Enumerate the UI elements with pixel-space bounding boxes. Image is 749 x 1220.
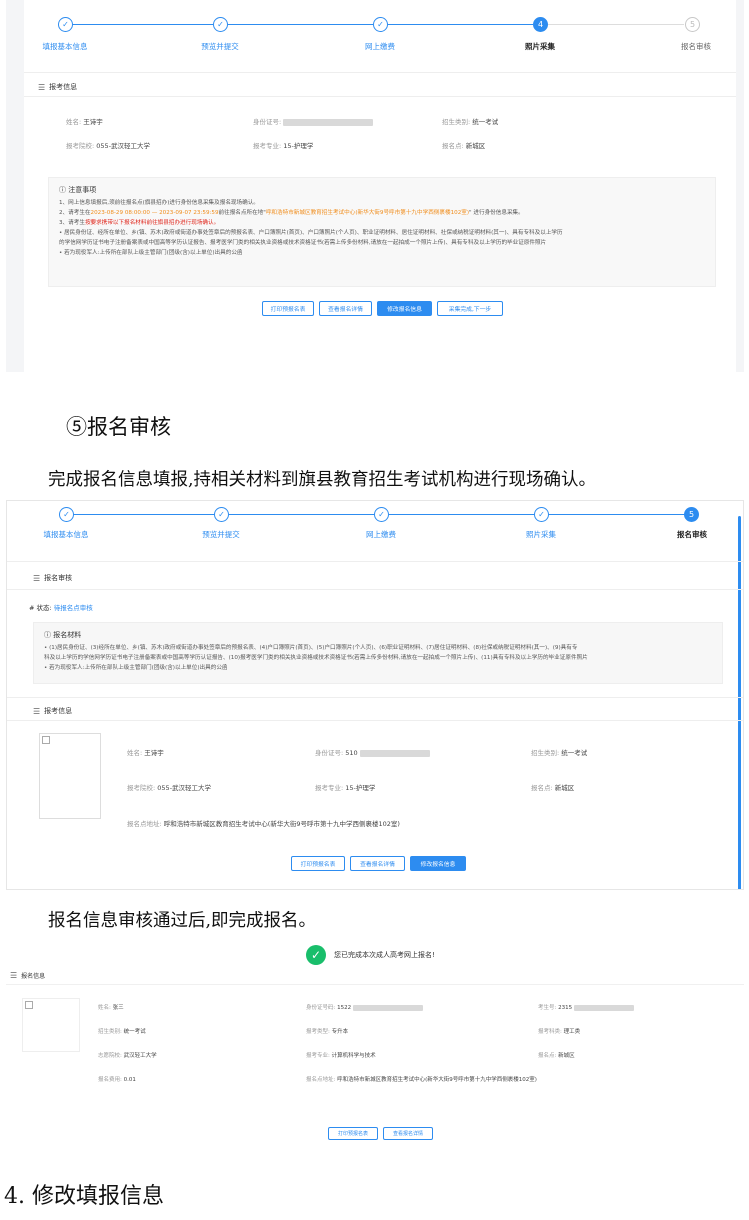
step-3-label: 网上缴费 (365, 42, 395, 51)
step-3-check-icon: ✓ (374, 507, 389, 522)
step-4-label: 照片采集 (525, 42, 555, 51)
section-title-exam-info: ☰ 报考信息 (33, 706, 73, 716)
list-icon: ☰ (33, 573, 41, 583)
step-4-label: 照片采集 (526, 530, 556, 539)
enrollment-panel-audit-step: ✓ ✓ ✓ ✓ 5 填报基本信息 预览并提交 网上缴费 照片采集 报名审核 ☰ … (6, 500, 744, 890)
audit-status: # 状态: 待报名点审核 (29, 604, 93, 612)
step-3-check-icon: ✓ (373, 17, 388, 32)
step-5-current: 5 (684, 507, 699, 522)
field-school: 报考院校: 055-武汉轻工大学 (66, 142, 151, 150)
section-title-exam-info: ☰ 报考信息 (38, 82, 78, 92)
step-1-label: 填报基本信息 (43, 530, 89, 539)
print-preform-button[interactable]: 打印预报名表 (328, 1127, 378, 1140)
progress-stepper: ✓ ✓ ✓ ✓ 5 填报基本信息 预览并提交 网上缴费 照片采集 报名审核 (7, 501, 743, 563)
section-title-audit: ☰ 报名审核 (33, 573, 73, 583)
info-circle-icon: ⓘ (44, 631, 51, 639)
doc-heading-step5: ⑤报名审核 (66, 415, 171, 439)
enrollment-panel-photo-step: ✓ ✓ ✓ 4 5 填报基本信息 预览并提交 网上缴费 照片采集 报名审核 ☰ … (6, 0, 744, 372)
step-3-label: 网上缴费 (366, 530, 396, 539)
step-5-label: 报名审核 (681, 42, 711, 51)
list-icon: ☰ (33, 706, 41, 716)
list-icon: ☰ (10, 971, 18, 980)
step-1-label: 填报基本信息 (42, 42, 88, 51)
view-details-button[interactable]: 查看报名详情 (383, 1127, 433, 1140)
step-1-check-icon: ✓ (58, 17, 73, 32)
field-school: 报考院校: 055-武汉轻工大学 (127, 784, 212, 792)
success-banner: ✓ 您已完成本次成人高考网上报名! (306, 945, 435, 965)
field-major: 报考专业: 15-护理学 (315, 784, 376, 792)
step-5-label: 报名审核 (677, 530, 707, 539)
field-enroll-type: 招生类别: 统一考试 (442, 118, 499, 126)
applicant-photo (22, 998, 80, 1052)
notice-box: ⓘ 注意事项 1、网上信息填报后,须前往报名点(旗县招办)进行身份信息采集及报名… (48, 177, 716, 287)
step-2-label: 预览并提交 (201, 42, 239, 51)
view-details-button[interactable]: 查看报名详情 (319, 301, 372, 316)
field-major: 报考专业: 15-护理学 (253, 142, 314, 150)
doc-heading-edit: 4. 修改填报信息 (4, 1184, 164, 1209)
step-2-check-icon: ✓ (213, 17, 228, 32)
field-site: 报名点: 新城区 (531, 784, 575, 792)
step-4-check-icon: ✓ (534, 507, 549, 522)
broken-image-icon (25, 1001, 33, 1009)
field-name: 姓名: 王诗宇 (127, 749, 164, 757)
view-details-button[interactable]: 查看报名详情 (350, 856, 405, 871)
edit-info-button[interactable]: 修改报名信息 (410, 856, 466, 871)
field-site-address: 报名点地址: 呼和浩特市新城区教育招生考试中心(新华大街9号呼市第十九中学西侧裹… (127, 820, 400, 828)
field-exam-level: 报考类型: 专升本 (306, 1029, 349, 1035)
capture-done-next-button[interactable]: 采集完成,下一步 (437, 301, 503, 316)
field-id-number: 身份证号: (253, 116, 374, 126)
edit-info-button[interactable]: 修改报名信息 (377, 301, 432, 316)
field-name: 姓名: 张三 (98, 1005, 124, 1011)
progress-stepper: ✓ ✓ ✓ 4 5 填报基本信息 预览并提交 网上缴费 照片采集 报名审核 (6, 0, 744, 62)
field-id-number: 身份证号码: 1522 (306, 1003, 424, 1011)
broken-image-icon (42, 736, 50, 744)
step-4-current: 4 (533, 17, 548, 32)
print-preform-button[interactable]: 打印预报名表 (291, 856, 345, 871)
field-site: 报名点: 新城区 (442, 142, 486, 150)
doc-paragraph-complete: 报名信息审核通过后,即完成报名。 (48, 911, 317, 931)
field-enroll-type: 招生类别: 统一考试 (98, 1029, 146, 1035)
doc-paragraph-confirm: 完成报名信息填报,持相关材料到旗县教育招生考试机构进行现场确认。 (48, 470, 597, 490)
field-fee: 报名费用: 0.01 (98, 1077, 136, 1083)
field-site-address: 报名点地址: 呼和浩特市新城区教育招生考试中心(新华大街9号呼市第十九中学西侧裹… (306, 1077, 537, 1083)
applicant-photo (39, 733, 101, 819)
field-school: 志愿院校: 武汉轻工大学 (98, 1053, 157, 1059)
section-title-enroll-info: ☰ 报名信息 (10, 971, 46, 980)
step-2-label: 预览并提交 (202, 530, 240, 539)
step-5-pending: 5 (685, 17, 700, 32)
enrollment-complete-panel: ✓ 您已完成本次成人高考网上报名! ☰ 报名信息 姓名: 张三 身份证号码: 1… (6, 942, 744, 1154)
materials-box: ⓘ 报名材料 • (1)居民身份证、(3)经所在单位、乡(镇、苏木)政府或街道办… (33, 622, 723, 684)
info-circle-icon: ⓘ (59, 186, 66, 194)
print-preform-button[interactable]: 打印预报名表 (262, 301, 314, 316)
field-site: 报名点: 新城区 (538, 1053, 575, 1059)
field-major: 报考专业: 计算机科学与技术 (306, 1053, 376, 1059)
field-enroll-type: 招生类别: 统一考试 (531, 749, 588, 757)
list-icon: ☰ (38, 82, 46, 92)
field-id-number: 身份证号: 510 (315, 747, 430, 757)
field-name: 姓名: 王诗宇 (66, 118, 103, 126)
step-1-check-icon: ✓ (59, 507, 74, 522)
step-2-check-icon: ✓ (214, 507, 229, 522)
field-subject: 报考科类: 理工类 (538, 1029, 581, 1035)
scrollbar[interactable] (738, 516, 741, 889)
success-check-icon: ✓ (306, 945, 326, 965)
field-exam-number: 考生号: 2315 (538, 1003, 635, 1011)
